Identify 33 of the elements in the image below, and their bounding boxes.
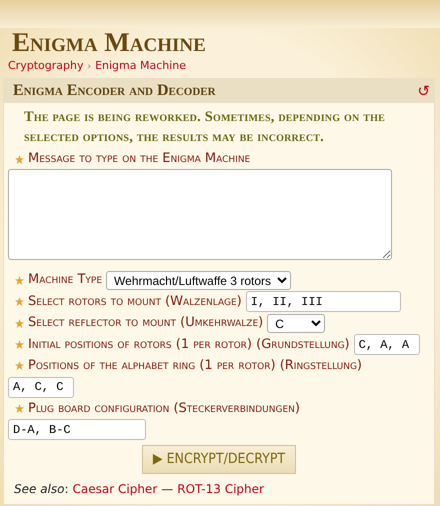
text-field[interactable]: D-A, B-C bbox=[8, 419, 146, 440]
related-link[interactable]: ROT-13 Cipher bbox=[177, 482, 264, 496]
field-label: Message to type on the Enigma Machine bbox=[28, 150, 250, 168]
star-icon bbox=[15, 404, 24, 413]
message-textarea[interactable] bbox=[8, 169, 392, 260]
star-icon bbox=[15, 340, 24, 350]
breadcrumb-link[interactable]: Enigma Machine bbox=[95, 58, 186, 72]
field-label: Machine Type bbox=[28, 271, 102, 290]
breadcrumb-separator: › bbox=[87, 62, 92, 72]
text-field[interactable]: I, II, III bbox=[246, 291, 401, 312]
star-icon bbox=[15, 318, 24, 328]
star-icon bbox=[15, 361, 24, 370]
field-label: Select reflector to mount (Umkehrwalze) bbox=[28, 314, 264, 332]
star-icon bbox=[15, 276, 24, 285]
encrypt-decrypt-button[interactable]: ▶ ENCRYPT/DECRYPT bbox=[142, 445, 296, 474]
field-label: Plug board configuration (Steckerverbindungen) bbox=[28, 400, 300, 418]
star-icon bbox=[15, 154, 24, 164]
field-label: Initial positions of rotors (1 per rotor) (Grundstellung) bbox=[28, 336, 350, 354]
text-field[interactable]: C, A, A bbox=[354, 334, 420, 356]
reset-icon[interactable]: ↺ bbox=[417, 84, 430, 99]
dropdown[interactable]: Wehrmacht/Luftwaffe 3 rotors bbox=[106, 270, 292, 290]
field-label: Positions of the alphabet ring (1 per rotor) (Ringstellung) bbox=[28, 357, 362, 376]
dropdown[interactable]: C bbox=[267, 314, 326, 333]
panel-title: Enigma Encoder and Decoder bbox=[13, 81, 216, 102]
breadcrumb-link[interactable]: Cryptography bbox=[8, 58, 84, 72]
page-title: Enigma Machine bbox=[12, 28, 207, 58]
field-label: Select rotors to mount (Walzenlage) bbox=[28, 292, 242, 311]
star-icon bbox=[15, 297, 24, 306]
text-field[interactable]: A, C, C bbox=[8, 376, 74, 398]
related-link[interactable]: Caesar Cipher bbox=[72, 482, 158, 496]
see-also-label: See also: bbox=[14, 482, 69, 496]
link-separator: — bbox=[161, 482, 174, 496]
notice-text: The page is being reworked. Sometimes, depending on the selected options, the results may be incorrect. bbox=[24, 108, 386, 148]
